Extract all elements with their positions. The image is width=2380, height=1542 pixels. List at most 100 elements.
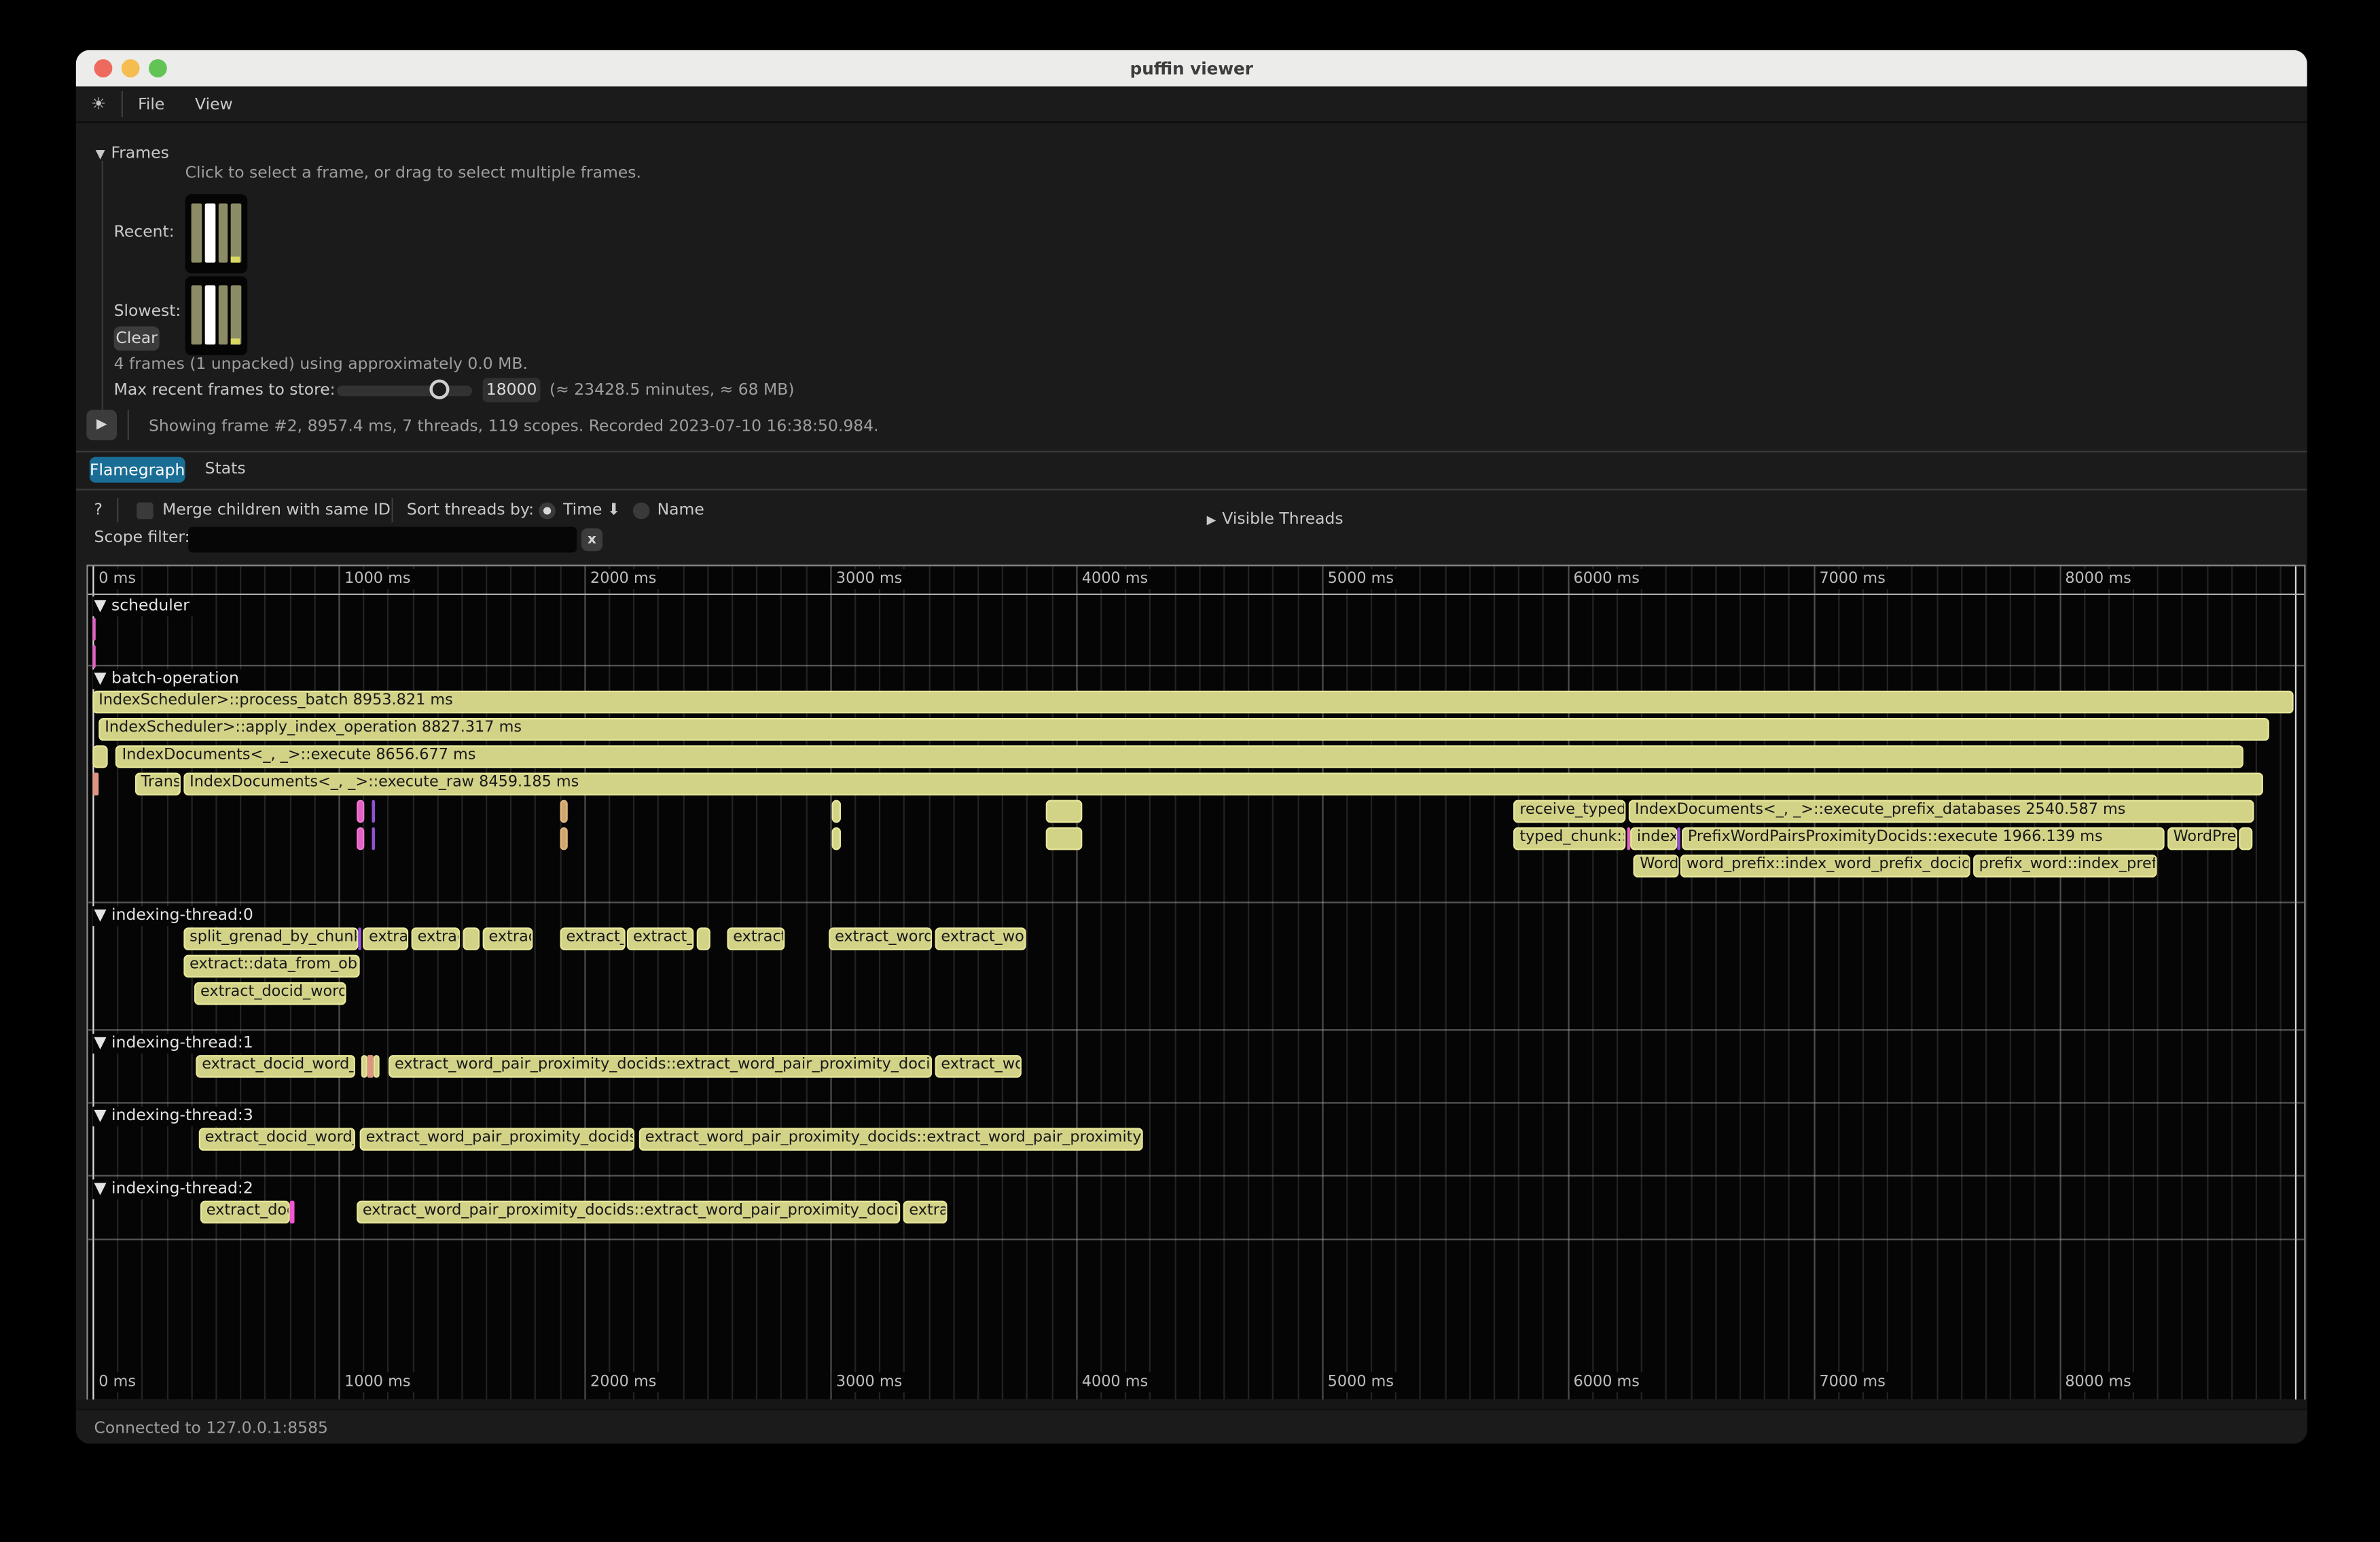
- frame-bar[interactable]: [218, 203, 228, 262]
- scope-bar[interactable]: extract_docid_word_positions: [200, 1201, 289, 1224]
- help-button[interactable]: ?: [94, 501, 103, 519]
- scope-bar[interactable]: [1678, 827, 1680, 850]
- play-button[interactable]: ▶: [86, 410, 117, 440]
- slowest-frames-thumbnail[interactable]: [185, 276, 248, 355]
- sort-by-time-radio[interactable]: [539, 503, 556, 520]
- scope-bar[interactable]: [832, 827, 841, 850]
- scope-filter-input[interactable]: [188, 526, 577, 552]
- scope-bar[interactable]: WordPrefixDocids: [2167, 827, 2237, 850]
- scope-bar[interactable]: word_prefix::index_word_prefix_docids: [1680, 855, 1970, 878]
- scope-bar[interactable]: prefix_word::index_prefix_word_docids: [1973, 855, 2157, 878]
- zoom-window-button[interactable]: [149, 59, 167, 77]
- thread-header-batch-operation[interactable]: ▼ batch-operation: [92, 670, 247, 689]
- sort-direction-down-icon[interactable]: ⬇: [607, 501, 621, 519]
- scope-bar[interactable]: extract_word_pair: [829, 927, 932, 950]
- scope-bar[interactable]: [359, 927, 361, 950]
- frame-bar[interactable]: [218, 285, 228, 344]
- scope-bar[interactable]: [92, 645, 95, 668]
- thread-header-indexing-thread:1[interactable]: ▼ indexing-thread:1: [92, 1034, 261, 1054]
- scope-bar[interactable]: receive_typed_chunk: [1513, 800, 1625, 823]
- flamegraph-canvas[interactable]: 0 ms0 ms1000 ms1000 ms2000 ms2000 ms3000…: [86, 564, 2305, 1401]
- scope-bar[interactable]: extract_word_pair_proximity_docids: [360, 1128, 635, 1151]
- thread-header-indexing-thread:3[interactable]: ▼ indexing-thread:3: [92, 1107, 261, 1126]
- scope-bar[interactable]: extract_word_pair_proximity_docids::extr…: [639, 1128, 1143, 1151]
- scope-bar[interactable]: [832, 800, 841, 823]
- tab-flamegraph[interactable]: Flamegraph: [90, 457, 185, 483]
- close-window-button[interactable]: [94, 59, 113, 77]
- clear-frames-button[interactable]: Clear: [114, 326, 160, 351]
- scope-bar[interactable]: [374, 1055, 380, 1078]
- scope-bar[interactable]: [357, 827, 363, 850]
- scope-bar[interactable]: WordDocids: [1634, 855, 1678, 878]
- scope-label: extract_word_pair_proximity_docids::extr…: [641, 1130, 1141, 1149]
- minimize-window-button[interactable]: [122, 59, 140, 77]
- recent-frames-thumbnail[interactable]: [185, 194, 248, 273]
- scope-bar[interactable]: IndexScheduler>::apply_index_operation 8…: [98, 718, 2268, 741]
- scope-bar[interactable]: IndexDocuments<_, _>::execute_raw 8459.1…: [183, 772, 2262, 795]
- scope-bar[interactable]: [1046, 827, 1083, 850]
- axis-tick-label: 4000 ms: [1077, 1372, 1153, 1392]
- frame-bar[interactable]: [192, 285, 202, 344]
- scope-bar[interactable]: extract_word_pair: [903, 1201, 947, 1224]
- scope-bar[interactable]: [357, 800, 363, 823]
- scope-bar[interactable]: IndexDocuments<_, _>::execute_prefix_dat…: [1629, 800, 2253, 823]
- frame-bar[interactable]: [231, 285, 241, 344]
- scope-bar[interactable]: [372, 827, 374, 850]
- visible-threads-header[interactable]: ▶Visible Threads: [1207, 501, 1344, 529]
- scope-bar[interactable]: extract_word: [412, 927, 460, 950]
- frame-bar[interactable]: [192, 203, 202, 262]
- scope-bar[interactable]: extract_docid_word_positions: [199, 1128, 355, 1151]
- scope-bar[interactable]: [2239, 827, 2253, 850]
- scope-bar[interactable]: [368, 1055, 373, 1078]
- frame-bar[interactable]: [204, 203, 215, 262]
- scope-bar[interactable]: [560, 800, 567, 823]
- scope-bar[interactable]: index_word_docids: [1631, 827, 1677, 850]
- menu-item-file[interactable]: File: [138, 95, 164, 113]
- scope-bar[interactable]: [92, 772, 98, 795]
- frame-bar[interactable]: [231, 203, 241, 262]
- scope-bar[interactable]: [372, 800, 374, 823]
- scope-bar[interactable]: [361, 1055, 367, 1078]
- theme-toggle-sun-icon[interactable]: ☀: [91, 94, 106, 114]
- scope-bar[interactable]: extract_word: [483, 927, 533, 950]
- scope-bar[interactable]: [1046, 800, 1083, 823]
- menu-item-view[interactable]: View: [195, 95, 233, 113]
- scope-bar[interactable]: [92, 618, 95, 641]
- scope-bar[interactable]: [697, 927, 710, 950]
- scope-bar[interactable]: PrefixWordPairsProximityDocids::execute …: [1682, 827, 2165, 850]
- scope-bar[interactable]: extract_word_p: [560, 927, 626, 950]
- scope-bar[interactable]: extract_docid_word_positions: [194, 982, 346, 1005]
- thread-separator: [88, 1102, 2305, 1103]
- scope-bar[interactable]: extract_docid_word_positions: [196, 1055, 355, 1078]
- max-frames-slider[interactable]: [337, 386, 472, 397]
- scope-bar[interactable]: extract_word_p: [627, 927, 693, 950]
- tab-stats[interactable]: Stats: [205, 460, 246, 478]
- frame-bar[interactable]: [204, 285, 215, 344]
- scope-bar[interactable]: extract_docid_word: [363, 927, 408, 950]
- thread-header-scheduler[interactable]: ▼ scheduler: [92, 596, 197, 616]
- scope-bar[interactable]: Transform::read_documents: [135, 772, 181, 795]
- scope-bar[interactable]: [291, 1201, 294, 1224]
- scope-bar[interactable]: IndexDocuments<_, _>::execute 8656.677 m…: [116, 745, 2244, 768]
- scope-bar[interactable]: split_grenad_by_chunks: [183, 927, 358, 950]
- scope-bar[interactable]: extract_word_pair_proximity_docids::extr…: [357, 1201, 900, 1224]
- scope-bar[interactable]: extract::data_from_obkv: [183, 955, 359, 978]
- frames-section-header[interactable]: ▼Frames: [96, 135, 169, 164]
- scope-bar[interactable]: extract_word_pair: [935, 927, 1026, 950]
- thread-header-indexing-thread:2[interactable]: ▼ indexing-thread:2: [92, 1179, 261, 1199]
- merge-children-checkbox[interactable]: [137, 503, 154, 520]
- scope-filter-clear-button[interactable]: x: [581, 528, 602, 552]
- max-frames-value[interactable]: 18000: [483, 378, 541, 402]
- scope-bar[interactable]: extract_word: [727, 927, 785, 950]
- thread-header-indexing-thread:0[interactable]: ▼ indexing-thread:0: [92, 906, 261, 926]
- scope-bar[interactable]: extract_word_pair: [935, 1055, 1021, 1078]
- scope-bar[interactable]: typed_chunk::write: [1513, 827, 1625, 850]
- slider-knob[interactable]: [429, 380, 449, 399]
- scope-bar[interactable]: [1627, 827, 1630, 850]
- scope-bar[interactable]: [560, 827, 567, 850]
- scope-bar[interactable]: [92, 745, 107, 768]
- scope-bar[interactable]: IndexScheduler>::process_batch 8953.821 …: [92, 691, 2293, 714]
- sort-by-name-radio[interactable]: [633, 503, 650, 520]
- scope-bar[interactable]: [463, 927, 480, 950]
- scope-bar[interactable]: extract_word_pair_proximity_docids::extr…: [389, 1055, 932, 1078]
